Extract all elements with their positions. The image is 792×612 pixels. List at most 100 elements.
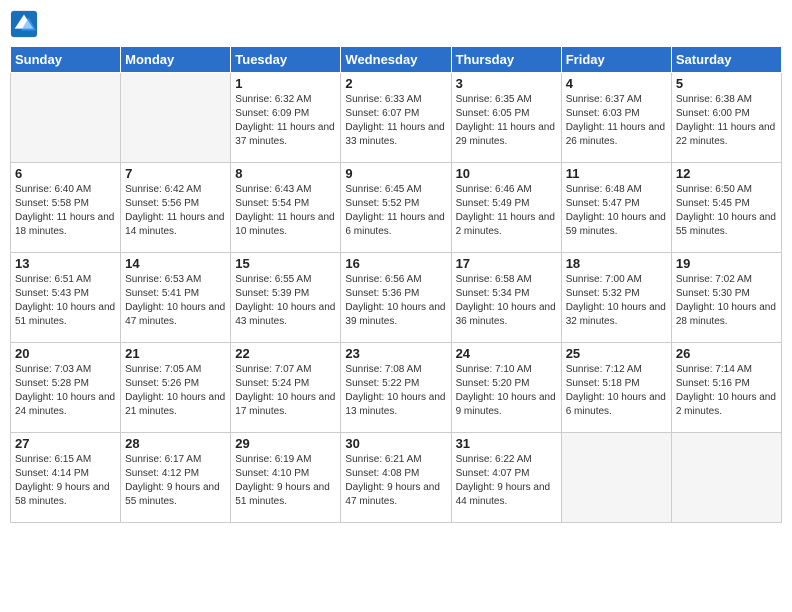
calendar-cell: 31 Sunrise: 6:22 AM Sunset: 4:07 PM Dayl… [451, 433, 561, 523]
day-number: 28 [125, 436, 226, 451]
day-number: 19 [676, 256, 777, 271]
day-number: 10 [456, 166, 557, 181]
calendar-cell: 22 Sunrise: 7:07 AM Sunset: 5:24 PM Dayl… [231, 343, 341, 433]
calendar-cell: 27 Sunrise: 6:15 AM Sunset: 4:14 PM Dayl… [11, 433, 121, 523]
day-number: 29 [235, 436, 336, 451]
day-header-friday: Friday [561, 47, 671, 73]
day-info: Sunrise: 6:19 AM Sunset: 4:10 PM Dayligh… [235, 453, 336, 509]
day-info: Sunrise: 7:14 AM Sunset: 5:16 PM Dayligh… [676, 363, 777, 419]
day-info: Sunrise: 7:08 AM Sunset: 5:22 PM Dayligh… [345, 363, 446, 419]
day-number: 1 [235, 76, 336, 91]
calendar-cell: 23 Sunrise: 7:08 AM Sunset: 5:22 PM Dayl… [341, 343, 451, 433]
day-info: Sunrise: 6:48 AM Sunset: 5:47 PM Dayligh… [566, 183, 667, 239]
day-number: 14 [125, 256, 226, 271]
calendar-cell: 21 Sunrise: 7:05 AM Sunset: 5:26 PM Dayl… [121, 343, 231, 433]
calendar-cell: 24 Sunrise: 7:10 AM Sunset: 5:20 PM Dayl… [451, 343, 561, 433]
day-info: Sunrise: 6:51 AM Sunset: 5:43 PM Dayligh… [15, 273, 116, 329]
day-info: Sunrise: 6:56 AM Sunset: 5:36 PM Dayligh… [345, 273, 446, 329]
day-info: Sunrise: 6:46 AM Sunset: 5:49 PM Dayligh… [456, 183, 557, 239]
day-number: 24 [456, 346, 557, 361]
calendar-cell: 1 Sunrise: 6:32 AM Sunset: 6:09 PM Dayli… [231, 73, 341, 163]
day-number: 30 [345, 436, 446, 451]
day-info: Sunrise: 7:03 AM Sunset: 5:28 PM Dayligh… [15, 363, 116, 419]
calendar-cell [11, 73, 121, 163]
calendar-cell: 17 Sunrise: 6:58 AM Sunset: 5:34 PM Dayl… [451, 253, 561, 343]
day-number: 12 [676, 166, 777, 181]
day-info: Sunrise: 6:32 AM Sunset: 6:09 PM Dayligh… [235, 93, 336, 149]
calendar-cell [121, 73, 231, 163]
day-header-sunday: Sunday [11, 47, 121, 73]
day-number: 15 [235, 256, 336, 271]
calendar-cell: 13 Sunrise: 6:51 AM Sunset: 5:43 PM Dayl… [11, 253, 121, 343]
day-number: 27 [15, 436, 116, 451]
calendar-cell: 7 Sunrise: 6:42 AM Sunset: 5:56 PM Dayli… [121, 163, 231, 253]
calendar-cell: 8 Sunrise: 6:43 AM Sunset: 5:54 PM Dayli… [231, 163, 341, 253]
day-header-wednesday: Wednesday [341, 47, 451, 73]
day-number: 25 [566, 346, 667, 361]
day-number: 26 [676, 346, 777, 361]
day-info: Sunrise: 7:10 AM Sunset: 5:20 PM Dayligh… [456, 363, 557, 419]
day-number: 18 [566, 256, 667, 271]
day-info: Sunrise: 6:40 AM Sunset: 5:58 PM Dayligh… [15, 183, 116, 239]
calendar-cell: 20 Sunrise: 7:03 AM Sunset: 5:28 PM Dayl… [11, 343, 121, 433]
logo [10, 10, 42, 38]
calendar-cell: 15 Sunrise: 6:55 AM Sunset: 5:39 PM Dayl… [231, 253, 341, 343]
day-info: Sunrise: 6:45 AM Sunset: 5:52 PM Dayligh… [345, 183, 446, 239]
day-number: 2 [345, 76, 446, 91]
day-header-tuesday: Tuesday [231, 47, 341, 73]
day-info: Sunrise: 6:50 AM Sunset: 5:45 PM Dayligh… [676, 183, 777, 239]
calendar-cell: 11 Sunrise: 6:48 AM Sunset: 5:47 PM Dayl… [561, 163, 671, 253]
calendar-cell: 5 Sunrise: 6:38 AM Sunset: 6:00 PM Dayli… [671, 73, 781, 163]
day-number: 3 [456, 76, 557, 91]
day-number: 16 [345, 256, 446, 271]
calendar-cell: 6 Sunrise: 6:40 AM Sunset: 5:58 PM Dayli… [11, 163, 121, 253]
calendar-cell [561, 433, 671, 523]
calendar-cell: 18 Sunrise: 7:00 AM Sunset: 5:32 PM Dayl… [561, 253, 671, 343]
calendar-cell: 29 Sunrise: 6:19 AM Sunset: 4:10 PM Dayl… [231, 433, 341, 523]
day-info: Sunrise: 6:21 AM Sunset: 4:08 PM Dayligh… [345, 453, 446, 509]
day-number: 7 [125, 166, 226, 181]
calendar-cell: 25 Sunrise: 7:12 AM Sunset: 5:18 PM Dayl… [561, 343, 671, 433]
day-info: Sunrise: 6:38 AM Sunset: 6:00 PM Dayligh… [676, 93, 777, 149]
day-number: 21 [125, 346, 226, 361]
day-info: Sunrise: 7:00 AM Sunset: 5:32 PM Dayligh… [566, 273, 667, 329]
day-info: Sunrise: 6:22 AM Sunset: 4:07 PM Dayligh… [456, 453, 557, 509]
calendar-cell: 9 Sunrise: 6:45 AM Sunset: 5:52 PM Dayli… [341, 163, 451, 253]
day-info: Sunrise: 6:42 AM Sunset: 5:56 PM Dayligh… [125, 183, 226, 239]
calendar-cell: 30 Sunrise: 6:21 AM Sunset: 4:08 PM Dayl… [341, 433, 451, 523]
day-info: Sunrise: 7:07 AM Sunset: 5:24 PM Dayligh… [235, 363, 336, 419]
calendar-cell: 10 Sunrise: 6:46 AM Sunset: 5:49 PM Dayl… [451, 163, 561, 253]
day-number: 13 [15, 256, 116, 271]
day-number: 4 [566, 76, 667, 91]
day-number: 9 [345, 166, 446, 181]
day-info: Sunrise: 6:15 AM Sunset: 4:14 PM Dayligh… [15, 453, 116, 509]
calendar-cell: 19 Sunrise: 7:02 AM Sunset: 5:30 PM Dayl… [671, 253, 781, 343]
day-number: 6 [15, 166, 116, 181]
day-info: Sunrise: 6:37 AM Sunset: 6:03 PM Dayligh… [566, 93, 667, 149]
calendar-cell: 14 Sunrise: 6:53 AM Sunset: 5:41 PM Dayl… [121, 253, 231, 343]
logo-icon [10, 10, 38, 38]
day-number: 20 [15, 346, 116, 361]
day-info: Sunrise: 6:58 AM Sunset: 5:34 PM Dayligh… [456, 273, 557, 329]
day-info: Sunrise: 6:43 AM Sunset: 5:54 PM Dayligh… [235, 183, 336, 239]
day-header-thursday: Thursday [451, 47, 561, 73]
calendar-cell: 3 Sunrise: 6:35 AM Sunset: 6:05 PM Dayli… [451, 73, 561, 163]
calendar-cell [671, 433, 781, 523]
day-info: Sunrise: 7:05 AM Sunset: 5:26 PM Dayligh… [125, 363, 226, 419]
day-info: Sunrise: 6:55 AM Sunset: 5:39 PM Dayligh… [235, 273, 336, 329]
day-info: Sunrise: 6:17 AM Sunset: 4:12 PM Dayligh… [125, 453, 226, 509]
calendar-table: SundayMondayTuesdayWednesdayThursdayFrid… [10, 46, 782, 523]
day-header-monday: Monday [121, 47, 231, 73]
calendar-cell: 16 Sunrise: 6:56 AM Sunset: 5:36 PM Dayl… [341, 253, 451, 343]
day-info: Sunrise: 7:02 AM Sunset: 5:30 PM Dayligh… [676, 273, 777, 329]
calendar-cell: 4 Sunrise: 6:37 AM Sunset: 6:03 PM Dayli… [561, 73, 671, 163]
calendar-cell: 28 Sunrise: 6:17 AM Sunset: 4:12 PM Dayl… [121, 433, 231, 523]
calendar-cell: 12 Sunrise: 6:50 AM Sunset: 5:45 PM Dayl… [671, 163, 781, 253]
day-info: Sunrise: 6:53 AM Sunset: 5:41 PM Dayligh… [125, 273, 226, 329]
day-number: 22 [235, 346, 336, 361]
day-info: Sunrise: 7:12 AM Sunset: 5:18 PM Dayligh… [566, 363, 667, 419]
day-number: 8 [235, 166, 336, 181]
day-number: 23 [345, 346, 446, 361]
calendar-cell: 2 Sunrise: 6:33 AM Sunset: 6:07 PM Dayli… [341, 73, 451, 163]
day-info: Sunrise: 6:33 AM Sunset: 6:07 PM Dayligh… [345, 93, 446, 149]
